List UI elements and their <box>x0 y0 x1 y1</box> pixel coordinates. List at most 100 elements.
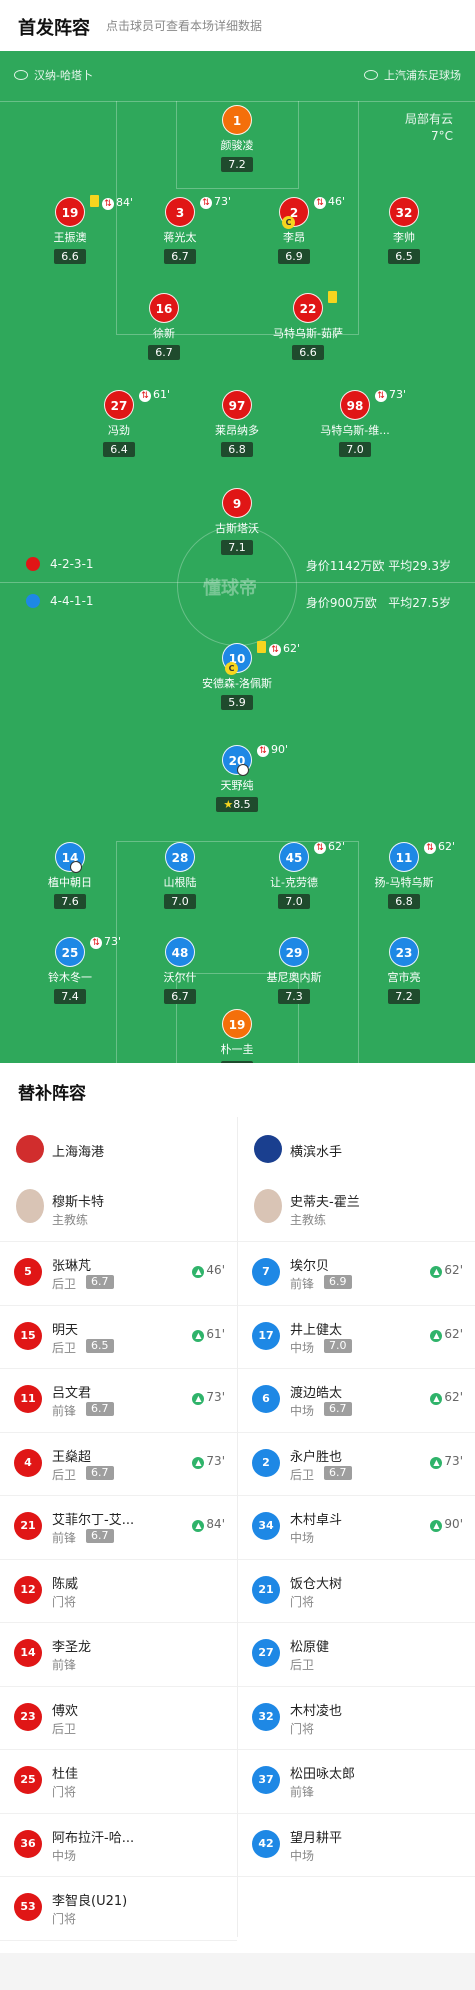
player-away[interactable]: 20 ⇅ 90' 天野纯 ★8.5 <box>182 743 292 812</box>
rating-wrap: 5.9 <box>182 691 292 710</box>
player-name: 扬-马特乌斯 <box>374 876 434 889</box>
player-home[interactable]: 32 李帅 6.5 <box>349 197 459 264</box>
sub-position: 中场 <box>290 1340 315 1355</box>
rating-wrap: 7.6 <box>15 890 125 909</box>
substitute-row[interactable]: 53 李智良(U21) 门将 <box>0 1877 237 1941</box>
substitute-row[interactable]: 7 埃尔贝 前锋 6.9 ▲ 62' <box>238 1242 475 1306</box>
yellow-card-icon <box>257 641 266 653</box>
player-home[interactable]: 9 古斯塔沃 7.1 <box>182 488 292 555</box>
home-formation: 4-2-3-1 <box>50 557 94 571</box>
substitute-row[interactable]: 4 王燊超 后卫 6.7 ▲ 73' <box>0 1433 237 1496</box>
sub-position: 前锋 <box>52 1404 77 1418</box>
minute-text: 73' <box>206 1453 225 1468</box>
goal-icon <box>70 861 82 873</box>
player-name: 沃尔什 <box>163 971 197 984</box>
substitute-row[interactable]: 11 吕文君 前锋 6.7 ▲ 73' <box>0 1369 237 1433</box>
temperature: 7°C <box>430 129 453 143</box>
player-rating: 7.2 <box>388 989 420 1004</box>
rating-wrap: 6.7 <box>125 985 235 1004</box>
player-away[interactable]: 28 山根陆 7.0 <box>125 842 235 909</box>
player-name: 马特乌斯-维... <box>320 424 390 437</box>
jersey-number: 21 <box>14 1512 42 1540</box>
number-text: 1 <box>232 114 242 128</box>
substitute-row[interactable]: 12 陈威 门将 <box>0 1560 237 1623</box>
sub-position: 中场 <box>290 1531 315 1545</box>
substitute-row[interactable]: 25 杜佳 门将 <box>0 1750 237 1814</box>
player-rating: 7.3 <box>278 989 310 1004</box>
substitute-row[interactable]: 6 渡边皓太 中场 6.7 ▲ 62' <box>238 1369 475 1433</box>
rating-wrap: 7.0 <box>239 890 349 909</box>
away-club[interactable]: 横滨水手 <box>238 1117 475 1179</box>
substitute-row[interactable]: 21 艾菲尔丁-艾... 前锋 6.7 ▲ 84' <box>0 1496 237 1560</box>
sub-name: 吕文君 <box>52 1386 92 1401</box>
home-team-label: 汉纳-哈塔卜 <box>14 67 93 83</box>
goal-icon <box>237 764 249 776</box>
yellow-card-icon <box>90 195 99 207</box>
substitute-row[interactable]: 42 望月耕平 中场 <box>238 1814 475 1877</box>
player-home[interactable]: 3 ⇅ 73' 蒋光太 6.7 <box>125 195 235 264</box>
player-name: 莱昂纳多 <box>215 424 259 437</box>
substitute-row[interactable]: 37 松田咏太郎 前锋 <box>238 1750 475 1814</box>
player-name: 朴一圭 <box>220 1043 254 1056</box>
substitute-row[interactable]: 27 松原健 后卫 <box>238 1623 475 1687</box>
jersey-number: 37 <box>252 1766 280 1794</box>
jersey-number: 23 <box>14 1702 42 1731</box>
player-rating: 7.2 <box>221 157 253 172</box>
substitute-row[interactable]: 5 张琳芃 后卫 6.7 ▲ 46' <box>0 1242 237 1306</box>
player-name: 李帅 <box>393 231 415 244</box>
player-home[interactable]: 22 马特乌斯-茹萨 6.6 <box>253 291 363 360</box>
number-text: 25 <box>61 946 79 960</box>
player-away[interactable]: 29 基尼奥内斯 7.3 <box>239 937 349 1004</box>
home-club[interactable]: 上海海港 <box>0 1117 237 1179</box>
player-away[interactable]: 25 ⇅ 73' 铃木冬一 7.4 <box>15 935 125 1004</box>
sub-minute: 61' <box>153 388 171 401</box>
home-value: 身价1142万欧 <box>305 559 385 573</box>
rating-value: 7.2 <box>395 990 413 1003</box>
player-rating: 6.4 <box>103 442 135 457</box>
player-away[interactable]: 19朴一圭7.0 <box>182 1009 292 1063</box>
substitute-row[interactable]: 34 木村卓斗 中场 ▲ 90' <box>238 1496 475 1560</box>
player-events: ⇅ 61' <box>139 388 170 402</box>
jersey-number: 2 <box>252 1448 280 1477</box>
player-away[interactable]: 10 C ⇅ 62' 安德森-洛佩斯 5.9 <box>182 641 300 710</box>
substitute-row[interactable]: 2 永户胜也 后卫 6.7 ▲ 73' <box>238 1433 475 1496</box>
number-text: 28 <box>171 851 189 865</box>
player-home[interactable]: 27 ⇅ 61' 冯劲 6.4 <box>64 388 174 457</box>
substitute-row[interactable]: 32 木村凌也 门将 <box>238 1687 475 1750</box>
player-away[interactable]: 23 宫市亮 7.2 <box>349 937 459 1004</box>
rating-wrap: 6.8 <box>349 890 459 909</box>
player-away[interactable]: 45 ⇅ 62' 让-克劳德 7.0 <box>239 840 349 909</box>
jersey-number: 11 <box>14 1385 42 1413</box>
substitute-row[interactable]: 21 饭仓大树 门将 <box>238 1560 475 1623</box>
sub-rating: 6.9 <box>324 1275 352 1289</box>
player-home[interactable]: 98 ⇅ 73' 马特乌斯-维... 7.0 <box>300 388 410 457</box>
sub-in-arrow-icon: ▲ <box>430 1520 443 1532</box>
rating-value: 6.7 <box>155 346 173 359</box>
sub-name: 阿布拉汗-哈... <box>52 1830 135 1846</box>
venue-name: 上汽浦东足球场 <box>384 69 461 82</box>
away-coach[interactable]: 史蒂夫-霍兰 主教练 <box>238 1179 475 1242</box>
rating-wrap: 7.4 <box>15 985 125 1004</box>
sub-minute: 46' <box>328 195 346 208</box>
home-coach[interactable]: 穆斯卡特 主教练 <box>0 1179 237 1242</box>
sub-name: 李圣龙 <box>52 1640 92 1655</box>
player-away[interactable]: 14 植中朝日 7.6 <box>15 842 125 909</box>
sub-minute: 73' <box>104 935 122 948</box>
substitute-row[interactable]: 15 明天 后卫 6.5 ▲ 61' <box>0 1306 237 1369</box>
player-home[interactable]: 1 颜骏凌 7.2 <box>182 105 292 172</box>
player-home[interactable]: 97 莱昂纳多 6.8 <box>182 390 292 457</box>
rating-wrap: 7.3 <box>239 985 349 1004</box>
substitute-row[interactable]: 23 傅欢 后卫 <box>0 1687 237 1750</box>
player-home[interactable]: 16 徐新 6.7 <box>109 293 219 360</box>
jersey-number: 11 <box>389 842 419 872</box>
substitute-row[interactable]: 17 井上健太 中场 7.0 ▲ 62' <box>238 1306 475 1369</box>
player-home[interactable]: 19 ⇅ 84' 王振澳 6.6 <box>15 195 133 264</box>
substitute-row[interactable]: 14 李圣龙 前锋 <box>0 1623 237 1687</box>
player-home[interactable]: 2 C ⇅ 46' 李昂 6.9 <box>239 195 349 264</box>
player-away[interactable]: 11 ⇅ 62' 扬-马特乌斯 6.8 <box>349 840 459 909</box>
away-crest-icon <box>26 594 40 608</box>
substitute-row[interactable]: 36 阿布拉汗-哈... 中场 <box>0 1814 237 1877</box>
yellow-card-icon <box>328 291 337 303</box>
player-events <box>328 291 340 306</box>
player-away[interactable]: 48 沃尔什 6.7 <box>125 937 235 1004</box>
